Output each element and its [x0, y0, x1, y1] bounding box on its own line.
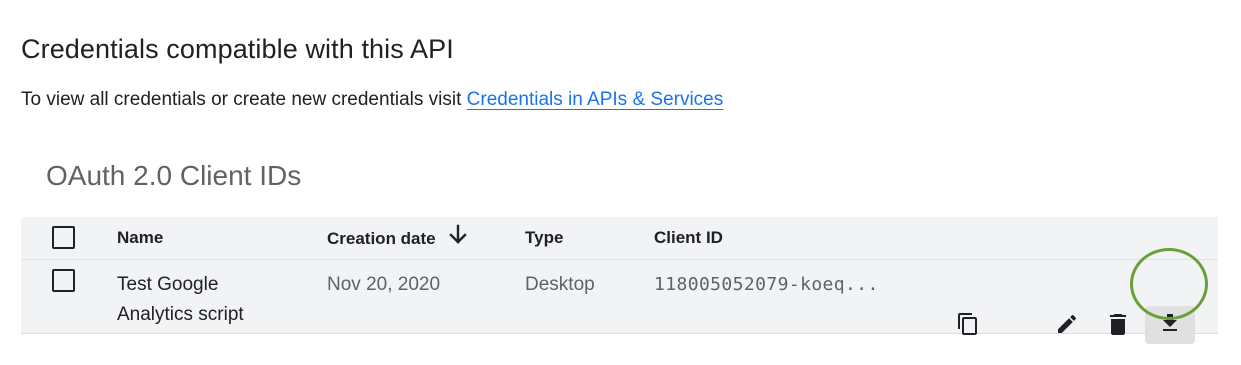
subtitle-text: To view all credentials or create new cr… — [21, 89, 467, 110]
download-icon — [1158, 311, 1182, 340]
credentials-link[interactable]: Credentials in APIs & Services — [467, 89, 724, 110]
download-button[interactable] — [1145, 306, 1195, 344]
delete-icon[interactable] — [1105, 311, 1131, 337]
column-header-creation-date-label: Creation date — [327, 228, 436, 248]
column-header-creation-date[interactable]: Creation date — [327, 224, 468, 251]
page-title: Credentials compatible with this API — [21, 34, 454, 64]
row-checkbox[interactable] — [52, 269, 75, 292]
select-all-checkbox[interactable] — [52, 226, 75, 249]
client-type: Desktop — [525, 274, 595, 295]
client-name[interactable]: Test Google Analytics script — [117, 270, 287, 330]
client-id-value: 118005052079-koeq... — [654, 274, 879, 295]
edit-icon[interactable] — [1054, 311, 1080, 337]
client-creation-date: Nov 20, 2020 — [327, 274, 441, 295]
section-title: OAuth 2.0 Client IDs — [46, 160, 302, 191]
column-header-type[interactable]: Type — [525, 228, 563, 248]
oauth-client-table: Name Creation date Type Client ID Test G… — [21, 217, 1218, 344]
arrow-down-icon — [448, 224, 468, 251]
column-header-client-id[interactable]: Client ID — [654, 228, 723, 248]
copy-icon[interactable] — [955, 311, 981, 337]
column-header-name[interactable]: Name — [117, 228, 163, 248]
table-row: Test Google Analytics script Nov 20, 202… — [21, 260, 1218, 344]
table-header: Name Creation date Type Client ID — [21, 217, 1218, 260]
page-subtitle: To view all credentials or create new cr… — [21, 89, 723, 111]
